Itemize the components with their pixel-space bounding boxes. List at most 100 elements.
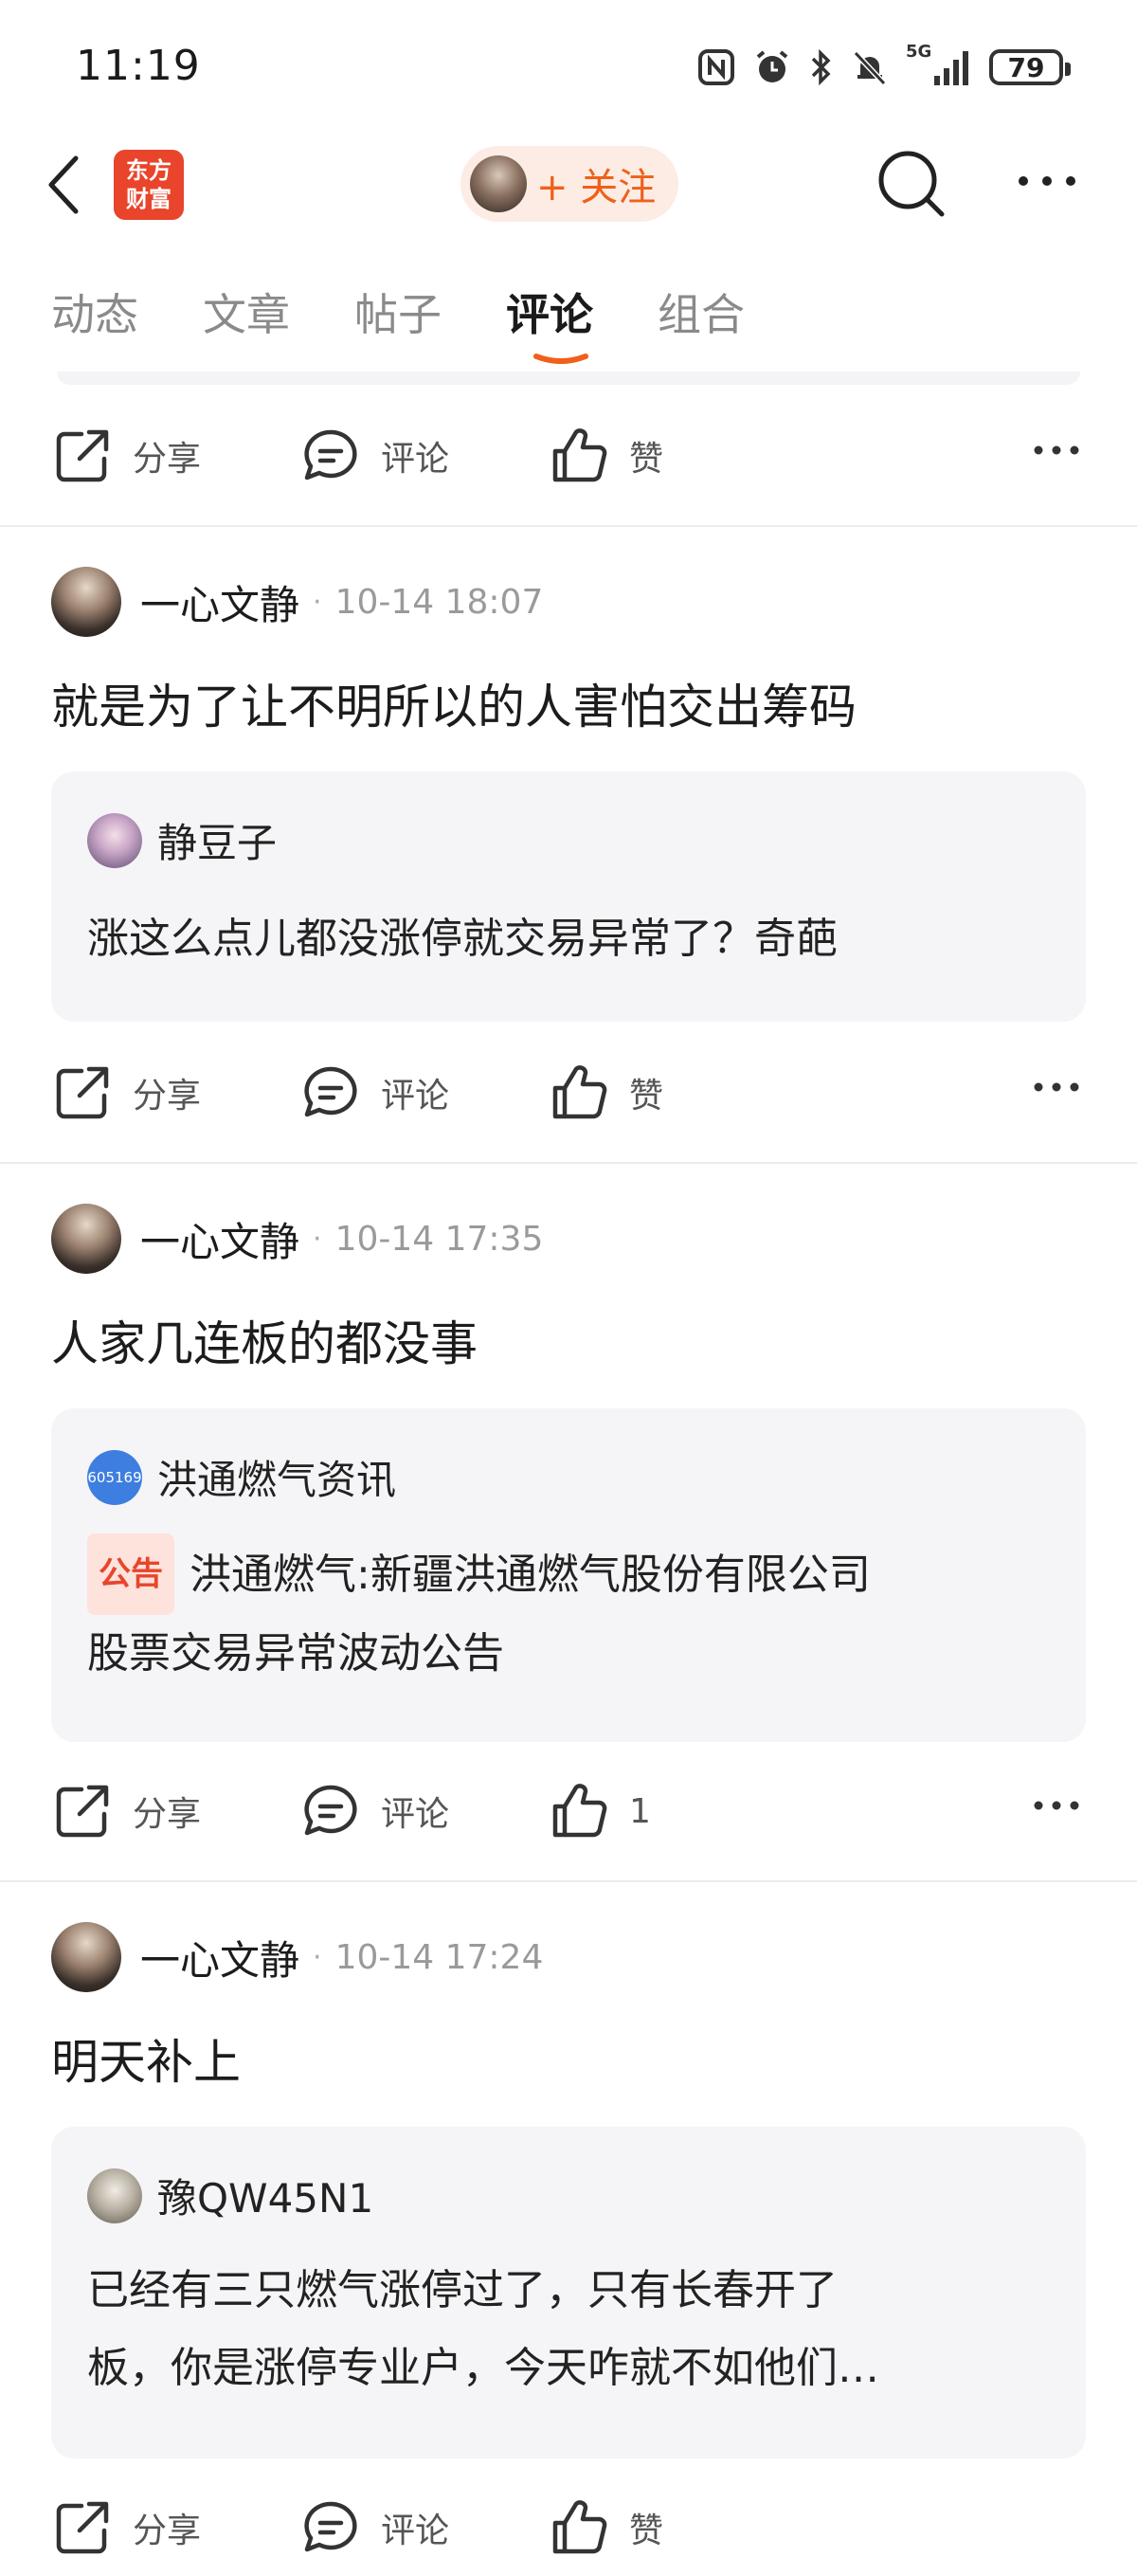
chevron-left-icon xyxy=(48,155,79,214)
post-body[interactable]: 明天补上 xyxy=(51,2024,241,2093)
separator-dot: · xyxy=(313,1222,322,1256)
more-icon[interactable] xyxy=(1033,444,1080,457)
post-time: 10-14 17:35 xyxy=(334,1219,544,1259)
follow-label: + 关注 xyxy=(536,166,657,209)
avatar[interactable] xyxy=(51,1922,121,1992)
announcement-badge: 公告 xyxy=(87,1533,174,1615)
separator-dot: · xyxy=(313,585,322,619)
quoted-post[interactable]: 605169 洪通燃气资讯 公告 洪通燃气:新疆洪通燃气股份有限公司股票交易异常波… xyxy=(51,1408,1086,1742)
quoted-post[interactable]: 静豆子 涨这么点儿都没涨停就交易异常了？奇葩 xyxy=(51,771,1086,1022)
thumbs-up-icon xyxy=(552,1065,607,1119)
action-row: 分享 评论 1 xyxy=(0,1765,1137,1859)
share-icon xyxy=(56,1066,109,1119)
comment-icon xyxy=(304,1785,357,1836)
comment-icon xyxy=(304,2501,357,2552)
status-icons: 5G 79 xyxy=(697,42,1071,91)
tab-comments[interactable]: 评论 xyxy=(506,281,593,343)
thumbs-up-icon xyxy=(552,428,607,482)
comment-button[interactable]: 评论 xyxy=(301,1782,449,1841)
quote-text: 涨这么点儿都没涨停就交易异常了？奇葩 xyxy=(87,915,838,963)
nfc-icon xyxy=(698,49,734,85)
avatar xyxy=(87,812,142,868)
separator-dot: · xyxy=(313,1940,322,1974)
comment-button[interactable]: 评论 xyxy=(301,426,449,485)
previous-card-edge xyxy=(57,372,1080,385)
follow-button[interactable]: + 关注 xyxy=(460,146,678,222)
mute-bell-icon xyxy=(853,50,887,86)
comment-label: 评论 xyxy=(381,440,450,479)
like-button[interactable]: 赞 xyxy=(550,2498,663,2557)
avatar[interactable] xyxy=(51,1204,121,1274)
more-icon[interactable] xyxy=(1033,1080,1080,1094)
like-button[interactable]: 1 xyxy=(550,1782,651,1841)
quoted-post[interactable]: 豫QW45N1 已经有三只燃气涨停过了，只有长春开了 板，你是涨停专业户，今天咋就… xyxy=(51,2127,1086,2458)
quote-text-line1: 洪通燃气:新疆洪通燃气股份有限公司 xyxy=(190,1551,871,1599)
share-icon xyxy=(56,429,109,482)
comment-label: 评论 xyxy=(381,1795,450,1834)
share-button[interactable]: 分享 xyxy=(53,426,201,485)
share-button[interactable]: 分享 xyxy=(53,1782,201,1841)
author-name[interactable]: 一心文静 xyxy=(140,1929,299,1986)
tab-dynamics[interactable]: 动态 xyxy=(51,281,138,343)
share-label: 分享 xyxy=(133,2512,202,2550)
like-label: 赞 xyxy=(629,1077,664,1116)
logo-text-bottom: 财富 xyxy=(126,186,171,212)
quote-text: 公告 洪通燃气:新疆洪通燃气股份有限公司股票交易异常波动公告 xyxy=(87,1533,871,1693)
logo-text-top: 东方 xyxy=(126,157,171,184)
avatar xyxy=(87,2168,142,2223)
quote-header: 豫QW45N1 xyxy=(87,2167,373,2224)
signal-icon: 5G xyxy=(906,42,972,87)
post-body[interactable]: 人家几连板的都没事 xyxy=(51,1306,478,1374)
more-icon xyxy=(1019,176,1075,186)
comment-icon xyxy=(304,429,357,481)
user-avatar xyxy=(470,155,527,212)
quote-text: 已经有三只燃气涨停过了，只有长春开了 板，你是涨停专业户，今天咋就不如他们… xyxy=(87,2252,879,2407)
search-icon xyxy=(878,151,945,217)
like-count: 1 xyxy=(629,1791,651,1831)
share-button[interactable]: 分享 xyxy=(53,1063,201,1122)
share-label: 分享 xyxy=(133,1077,202,1116)
quote-text-line2: 板，你是涨停专业户，今天咋就不如他们… xyxy=(87,2344,879,2392)
like-button[interactable]: 赞 xyxy=(550,1063,663,1122)
quote-author: 静豆子 xyxy=(157,820,278,866)
more-icon[interactable] xyxy=(1033,1799,1080,1812)
post-header: 一心文静 · 10-14 17:35 xyxy=(51,1204,543,1274)
thumbs-up-icon xyxy=(552,2500,607,2554)
author-name[interactable]: 一心文静 xyxy=(140,573,299,631)
quote-header: 605169 洪通燃气资讯 xyxy=(87,1448,396,1506)
post-time: 10-14 17:24 xyxy=(334,1937,544,1977)
comment-label: 评论 xyxy=(381,2512,450,2550)
quote-author: 豫QW45N1 xyxy=(157,2175,374,2222)
quote-text-line2: 股票交易异常波动公告 xyxy=(87,1629,504,1678)
share-button[interactable]: 分享 xyxy=(53,2498,201,2557)
comment-button[interactable]: 评论 xyxy=(301,1063,449,1122)
profile-tabs: 动态 文章 帖子 评论 组合 xyxy=(51,281,745,343)
share-icon xyxy=(56,1785,109,1838)
post-body[interactable]: 就是为了让不明所以的人害怕交出筹码 xyxy=(51,669,857,737)
comment-label: 评论 xyxy=(381,1077,450,1116)
post-header: 一心文静 · 10-14 17:24 xyxy=(51,1922,543,1992)
active-tab-indicator xyxy=(533,354,588,364)
back-button[interactable] xyxy=(45,152,93,218)
search-button[interactable] xyxy=(875,148,948,220)
share-icon xyxy=(56,2501,109,2554)
tab-posts[interactable]: 帖子 xyxy=(354,281,442,343)
tab-articles[interactable]: 文章 xyxy=(203,281,290,343)
app-logo[interactable]: 东方 财富 xyxy=(114,150,184,220)
stock-avatar: 605169 xyxy=(87,1449,142,1505)
share-label: 分享 xyxy=(133,1795,202,1834)
more-options-button[interactable] xyxy=(1016,167,1078,195)
status-time: 11:19 xyxy=(76,42,201,90)
quote-author: 洪通燃气资讯 xyxy=(157,1457,397,1503)
share-label: 分享 xyxy=(133,440,202,479)
tab-portfolio[interactable]: 组合 xyxy=(658,281,745,343)
divider xyxy=(0,1880,1137,1882)
like-label: 赞 xyxy=(629,440,664,479)
comment-button[interactable]: 评论 xyxy=(301,2498,449,2557)
like-button[interactable]: 赞 xyxy=(550,426,663,485)
avatar[interactable] xyxy=(51,567,121,637)
bluetooth-icon xyxy=(811,48,831,86)
divider xyxy=(0,525,1137,527)
author-name[interactable]: 一心文静 xyxy=(140,1210,299,1268)
post-header: 一心文静 · 10-14 18:07 xyxy=(51,567,543,637)
